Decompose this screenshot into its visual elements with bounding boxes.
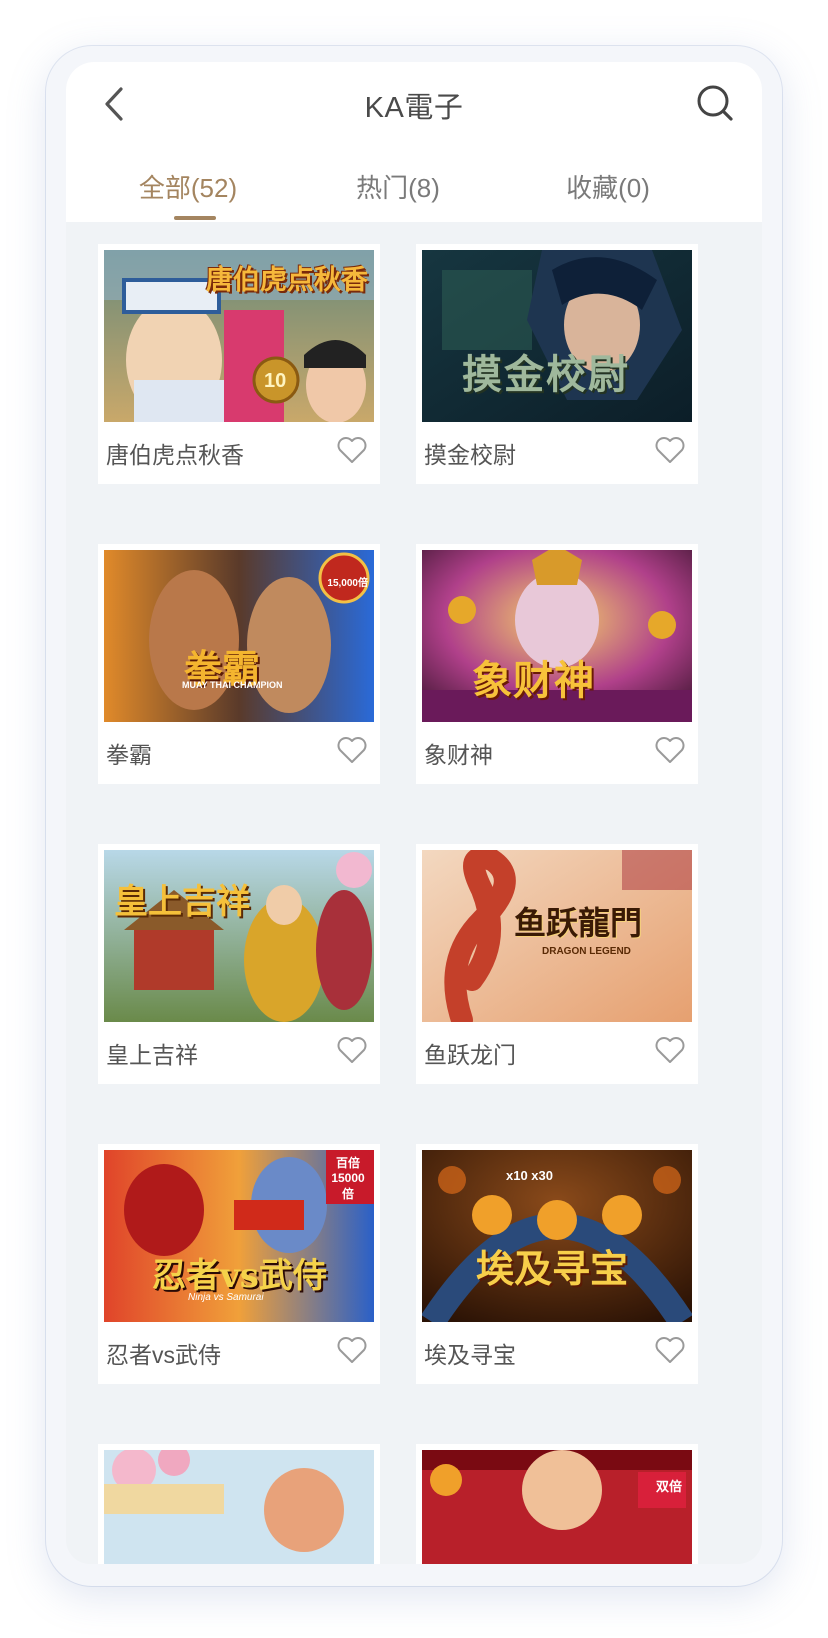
game-thumbnail: 埃及寻宝 x10 x30	[422, 1150, 692, 1322]
game-thumbnail: 鱼跃龍門 DRAGON LEGEND	[422, 850, 692, 1022]
game-card[interactable]: 唐伯虎点秋香 10 唐伯虎点秋香	[98, 244, 380, 484]
tab-bar: 全部(52) 热门(8) 收藏(0)	[66, 162, 762, 222]
game-logo-subtitle: MUAY THAI CHAMPION	[182, 680, 283, 690]
game-name: 拳霸	[106, 742, 152, 768]
page-title: KA電子	[364, 92, 464, 124]
favorite-button[interactable]	[652, 432, 688, 468]
heart-icon	[655, 737, 685, 763]
favorite-button[interactable]	[652, 732, 688, 768]
game-badge: x10 x30	[506, 1168, 553, 1183]
game-name: 唐伯虎点秋香	[106, 442, 244, 468]
game-badge: 双倍	[655, 1479, 682, 1494]
game-name: 象财神	[424, 742, 493, 768]
search-button[interactable]	[692, 80, 738, 126]
heart-icon	[337, 737, 367, 763]
game-thumbnail: 忍者vs武侍 Ninja vs Samurai 百倍 15000倍	[104, 1150, 374, 1322]
game-name: 鱼跃龙门	[424, 1042, 516, 1068]
tab-hot[interactable]: 热门(8)	[308, 162, 488, 222]
game-logo-text: 埃及寻宝	[476, 1246, 629, 1291]
game-card[interactable]: 摸金校尉 摸金校尉	[416, 244, 698, 484]
game-name: 忍者vs武侍	[106, 1342, 221, 1368]
game-logo-text: 皇上吉祥	[114, 882, 250, 922]
game-card[interactable]: 忍者vs武侍 Ninja vs Samurai 百倍 15000倍 忍者vs武侍	[98, 1144, 380, 1384]
heart-icon	[655, 437, 685, 463]
game-thumbnail	[104, 1450, 374, 1564]
favorite-button[interactable]	[334, 1032, 370, 1068]
game-logo-text: 象财神	[472, 657, 595, 704]
top-bar: KA電子 全部(52) 热门(8) 收藏(0)	[66, 62, 762, 222]
favorite-button[interactable]	[334, 1332, 370, 1368]
game-logo-text: 唐伯虎点秋香	[206, 265, 368, 296]
favorite-button[interactable]	[334, 732, 370, 768]
search-icon	[697, 85, 733, 121]
tab-favorites[interactable]: 收藏(0)	[518, 162, 698, 222]
heart-icon	[337, 1337, 367, 1363]
game-card[interactable]	[98, 1444, 380, 1564]
game-name: 埃及寻宝	[424, 1342, 516, 1368]
game-name: 皇上吉祥	[106, 1042, 198, 1068]
heart-icon	[655, 1037, 685, 1063]
game-thumbnail: 象财神	[422, 550, 692, 722]
heart-icon	[337, 1037, 367, 1063]
game-thumbnail: 双倍	[422, 1450, 692, 1564]
game-logo-text: 摸金校尉	[462, 351, 630, 398]
game-logo-text: 忍者vs武侍	[152, 1256, 327, 1296]
game-logo-text: 鱼跃龍門	[514, 904, 643, 942]
game-card[interactable]: 象财神 象财神	[416, 544, 698, 784]
game-badge: 百倍 15000倍	[331, 1156, 365, 1201]
game-logo-subtitle: Ninja vs Samurai	[188, 1292, 264, 1303]
game-logo-subtitle: DRAGON LEGEND	[542, 946, 631, 957]
active-tab-indicator	[174, 216, 216, 220]
tab-all[interactable]: 全部(52)	[98, 162, 278, 222]
game-card[interactable]: 双倍	[416, 1444, 698, 1564]
heart-icon	[655, 1337, 685, 1363]
game-card[interactable]: 鱼跃龍門 DRAGON LEGEND 鱼跃龙门	[416, 844, 698, 1084]
game-thumbnail: 摸金校尉	[422, 250, 692, 422]
game-badge: 10	[264, 370, 287, 392]
game-card[interactable]: 皇上吉祥 皇上吉祥	[98, 844, 380, 1084]
game-name: 摸金校尉	[424, 442, 516, 468]
game-thumbnail: 皇上吉祥	[104, 850, 374, 1022]
game-card[interactable]: 拳霸 MUAY THAI CHAMPION 15,000倍 拳霸	[98, 544, 380, 784]
favorite-button[interactable]	[334, 432, 370, 468]
app-screen: KA電子 全部(52) 热门(8) 收藏(0) 唐伯虎点秋香 10 唐伯虎点秋香…	[66, 62, 762, 1564]
favorite-button[interactable]	[652, 1032, 688, 1068]
game-card[interactable]: 埃及寻宝 x10 x30 埃及寻宝	[416, 1144, 698, 1384]
game-badge: 15,000倍	[327, 578, 368, 589]
game-thumbnail: 唐伯虎点秋香 10	[104, 250, 374, 422]
heart-icon	[337, 437, 367, 463]
favorite-button[interactable]	[652, 1332, 688, 1368]
game-thumbnail: 拳霸 MUAY THAI CHAMPION 15,000倍	[104, 550, 374, 722]
game-grid: 唐伯虎点秋香 10 唐伯虎点秋香 摸金校尉 摸金校尉 拳霸 MUAY THAI …	[66, 222, 762, 1564]
